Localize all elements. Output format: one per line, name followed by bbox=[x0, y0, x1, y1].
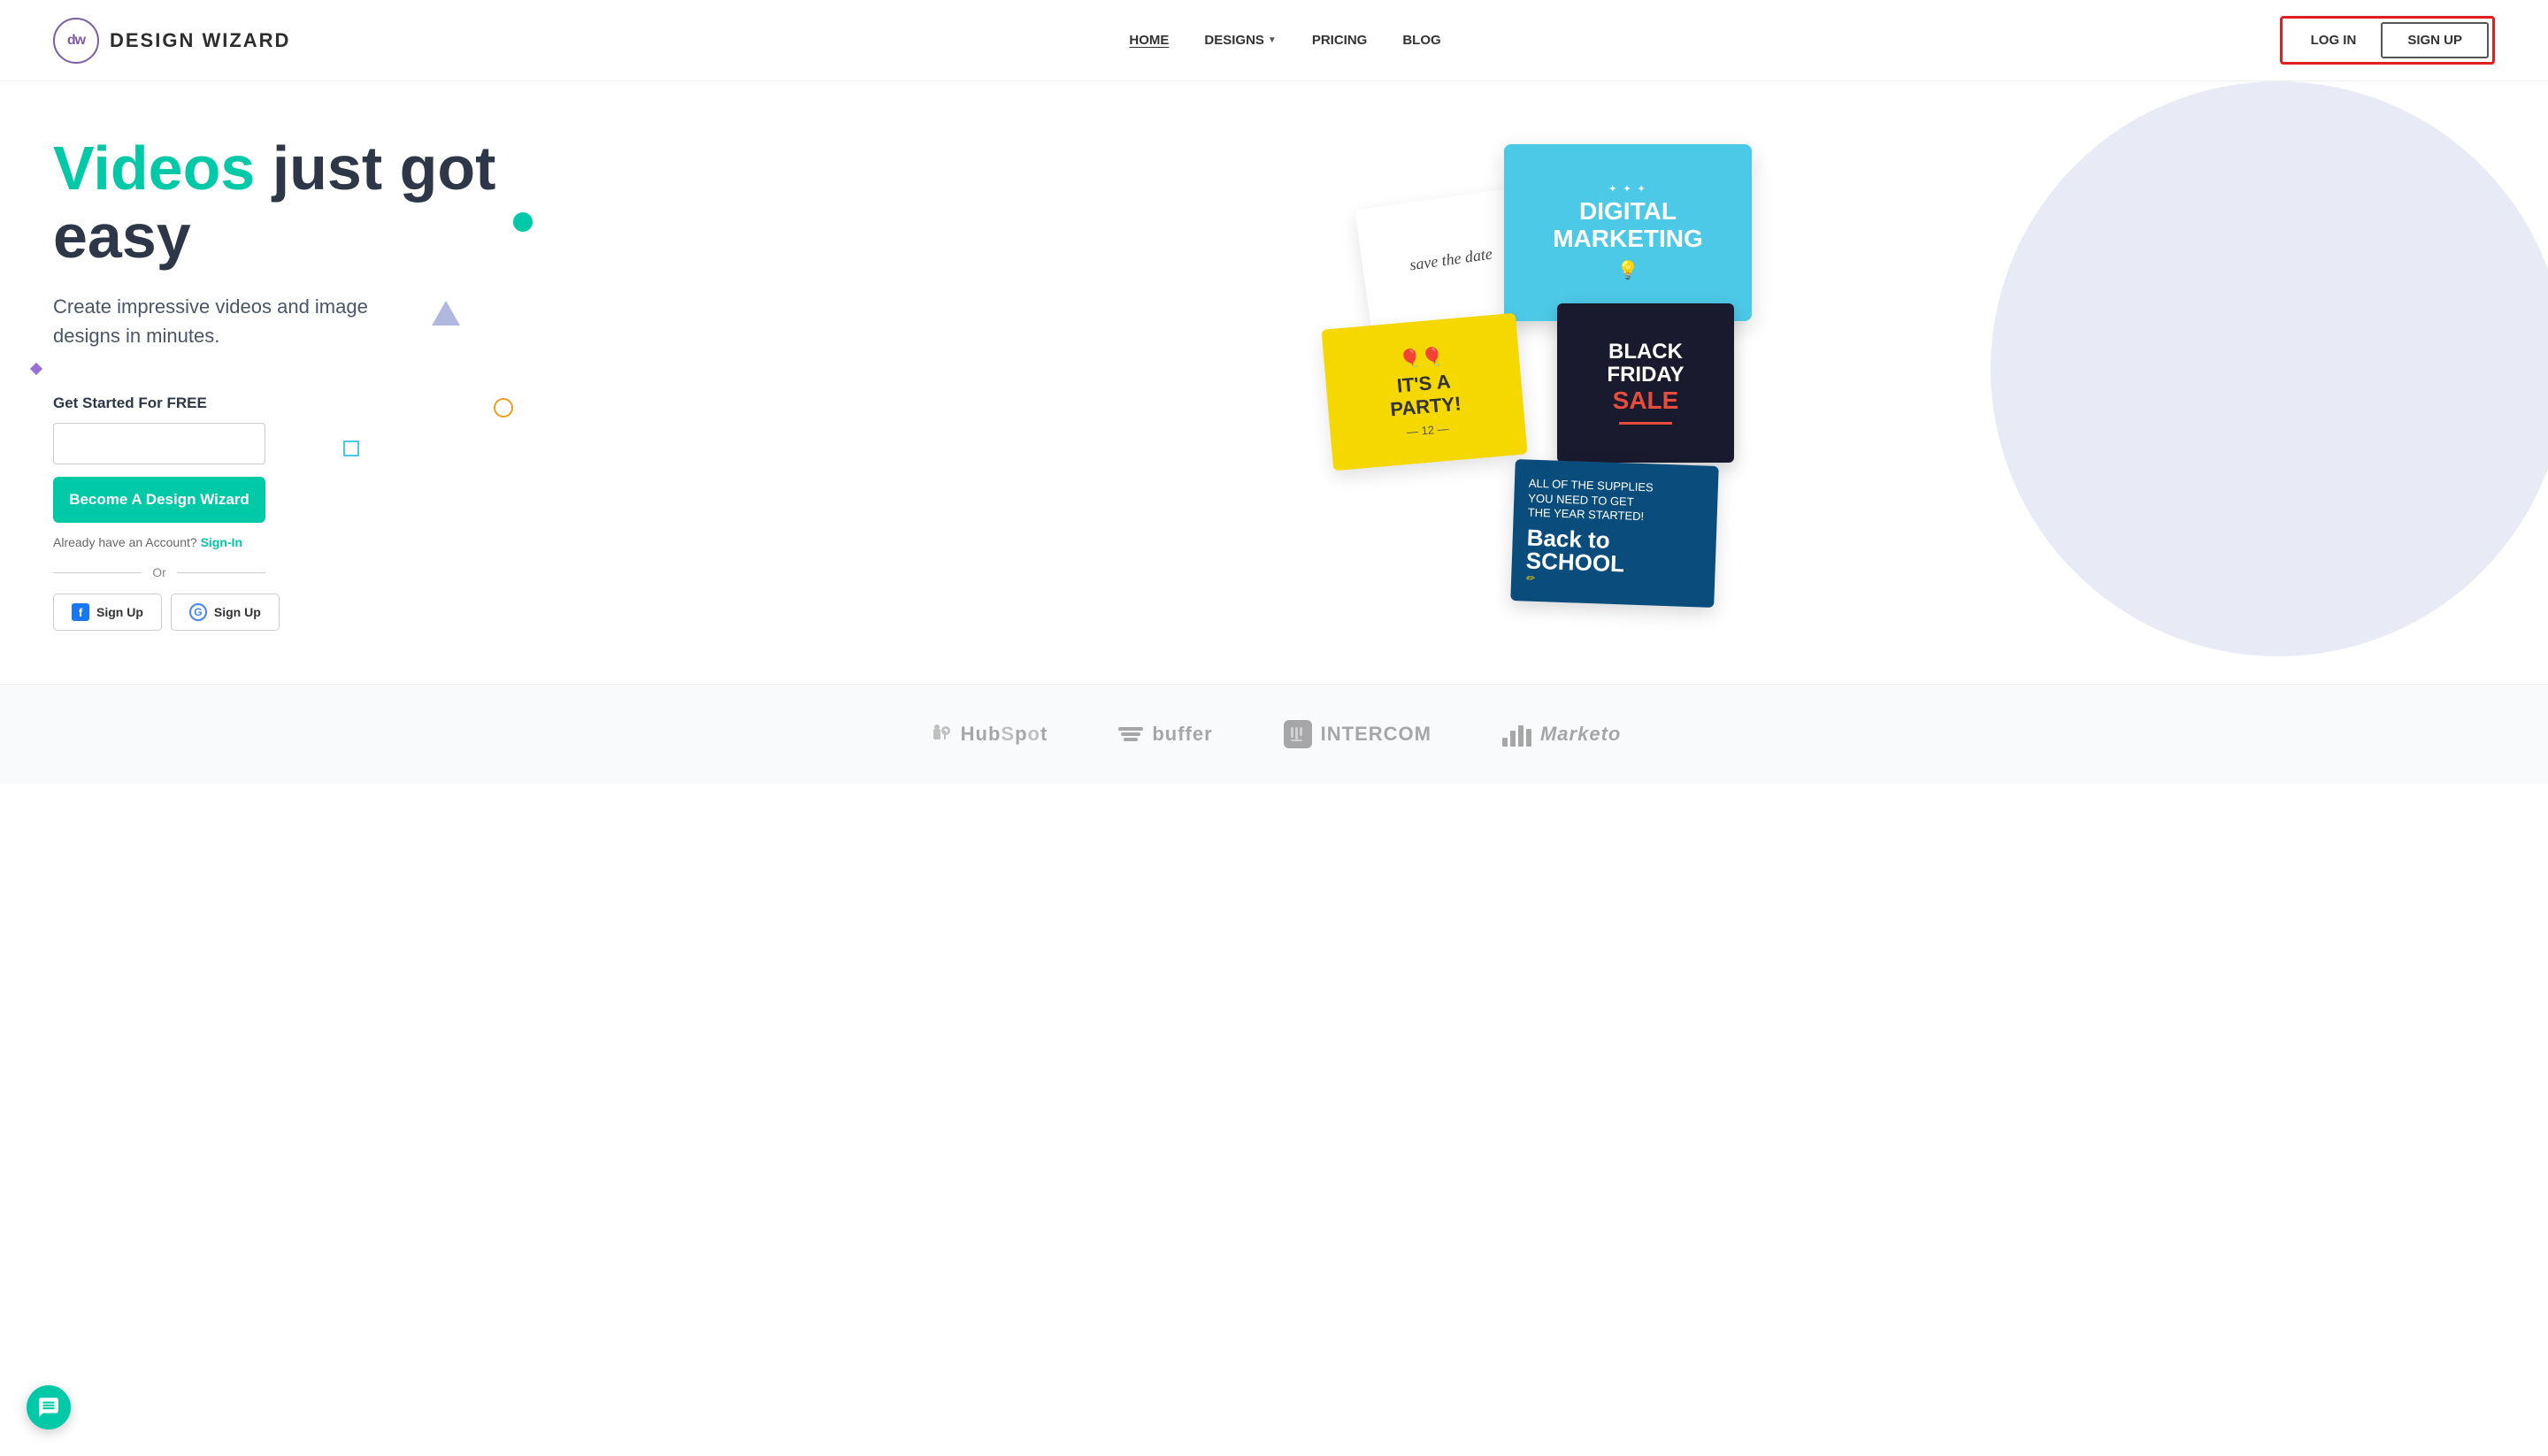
or-text: Or bbox=[152, 565, 166, 579]
partner-hubspot: HubSpot bbox=[927, 722, 1048, 747]
card-party: 🎈🎈 IT'S APARTY! — 12 — bbox=[1321, 312, 1527, 471]
facebook-icon: f bbox=[72, 603, 89, 621]
main-nav: HOME DESIGNS ▼ PRICING BLOG bbox=[1129, 33, 1440, 48]
marketo-icon bbox=[1502, 722, 1531, 747]
partner-marketo: Marketo bbox=[1502, 722, 1621, 747]
or-divider: Or bbox=[53, 565, 265, 579]
marketo-label: Marketo bbox=[1540, 723, 1621, 746]
hero-left: Videos just got easy Create impressive v… bbox=[53, 117, 513, 631]
partner-intercom: INTERCOM bbox=[1284, 720, 1431, 748]
nav-home[interactable]: HOME bbox=[1129, 33, 1169, 48]
login-button[interactable]: LOG IN bbox=[2286, 24, 2382, 57]
hero-bg-circle bbox=[1991, 81, 2548, 656]
email-field[interactable] bbox=[53, 423, 265, 464]
logo-text: DESIGN WIZARD bbox=[110, 29, 290, 52]
intercom-label: INTERCOM bbox=[1321, 723, 1431, 746]
header: dw DESIGN WIZARD HOME DESIGNS ▼ PRICING … bbox=[0, 0, 2548, 81]
signin-link[interactable]: Sign-In bbox=[201, 535, 242, 549]
hubspot-label: HubSpot bbox=[961, 723, 1048, 746]
social-buttons: f Sign Up G Sign Up bbox=[53, 594, 513, 631]
card-backtoschool: ALL OF THE SUPPLIESYOU NEED TO GETTHE YE… bbox=[1510, 459, 1718, 608]
chat-button[interactable] bbox=[27, 1385, 71, 1429]
hero-subtitle: Create impressive videos and image desig… bbox=[53, 292, 389, 350]
nav-blog[interactable]: BLOG bbox=[1402, 33, 1440, 48]
google-signup-button[interactable]: G Sign Up bbox=[171, 594, 280, 631]
hero-title-highlight: Videos bbox=[53, 134, 255, 203]
already-account-text: Already have an Account? Sign-In bbox=[53, 535, 513, 549]
design-cards: save the date ✦ ✦ ✦ DIGITALMARKETING 💡 🎈… bbox=[1221, 126, 1787, 622]
google-icon: G bbox=[189, 603, 207, 621]
header-auth-buttons: LOG IN SIGN UP bbox=[2280, 16, 2495, 65]
logo[interactable]: dw DESIGN WIZARD bbox=[53, 18, 290, 64]
hubspot-icon bbox=[927, 722, 952, 747]
intercom-icon bbox=[1284, 720, 1312, 748]
logo-initials: dw bbox=[67, 33, 85, 49]
get-started-label: Get Started For FREE bbox=[53, 395, 513, 412]
buffer-icon bbox=[1118, 727, 1143, 741]
hero-title: Videos just got easy bbox=[53, 134, 513, 271]
logo-circle: dw bbox=[53, 18, 99, 64]
partner-buffer: buffer bbox=[1118, 723, 1212, 746]
decorative-diamond bbox=[30, 363, 42, 375]
buffer-label: buffer bbox=[1152, 723, 1212, 746]
card-digital-marketing: ✦ ✦ ✦ DIGITALMARKETING 💡 bbox=[1504, 144, 1752, 321]
divider-line-right bbox=[177, 572, 265, 573]
chat-icon bbox=[37, 1396, 60, 1419]
hero-section: Videos just got easy Create impressive v… bbox=[0, 81, 2548, 684]
partners-logos: HubSpot buffer INTERCOM Marke bbox=[0, 684, 2548, 784]
nav-pricing[interactable]: PRICING bbox=[1312, 33, 1368, 48]
divider-line-left bbox=[53, 572, 142, 573]
nav-designs[interactable]: DESIGNS ▼ bbox=[1204, 33, 1276, 48]
card-blackfriday: BLACKFRIDAY SALE bbox=[1557, 303, 1734, 463]
hero-right: save the date ✦ ✦ ✦ DIGITALMARKETING 💡 🎈… bbox=[513, 117, 2495, 631]
facebook-signup-button[interactable]: f Sign Up bbox=[53, 594, 162, 631]
signup-header-button[interactable]: SIGN UP bbox=[2381, 22, 2489, 58]
chevron-down-icon: ▼ bbox=[1268, 35, 1277, 45]
become-wizard-button[interactable]: Become A Design Wizard bbox=[53, 477, 265, 523]
